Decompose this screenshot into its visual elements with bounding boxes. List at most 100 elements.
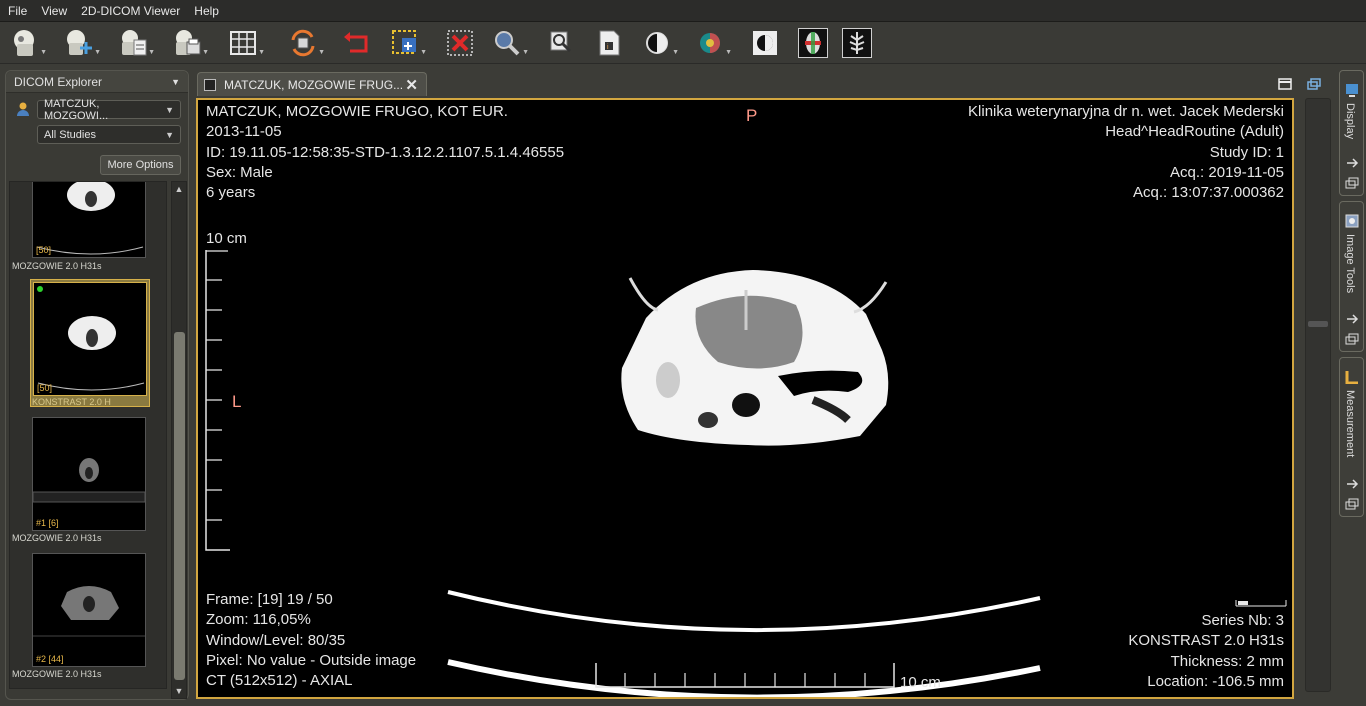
delete-icon[interactable] [443,26,477,60]
series-thumbnail[interactable]: [50] MOZGOWIE 2.0 H31s [12,182,164,276]
zoom-info: Zoom: 116,05% [206,611,311,629]
image-viewport[interactable]: MATCZUK, MOZGOWIE FRUGO, KOT EUR. 2013-1… [196,98,1294,699]
thumbnail-label: MOZGOWIE 2.0 H31s [12,669,102,679]
pin-icon[interactable] [1345,157,1359,169]
vertical-ruler-label: 10 cm [206,230,247,247]
slice-location: Location: -106.5 mm [1147,672,1284,690]
lut-icon[interactable]: ▼ [693,26,732,60]
export-icon[interactable]: ▼ [116,26,155,60]
series-thumbnail-selected[interactable]: [50] KONSTRAST 2.0 H [30,279,150,407]
mpr-icon[interactable] [798,28,828,58]
thumbnail-list: [50] MOZGOWIE 2.0 H31s [50] KONSTRAST 2.… [9,181,167,689]
thumbnail-scrollbar[interactable]: ▲ ▼ [171,181,187,699]
viewer-tab[interactable]: MATCZUK, MOZGOWIE FRUG... ✕ [197,72,427,96]
chevron-down-icon[interactable]: ▼ [171,77,180,87]
close-icon[interactable]: ✕ [405,76,418,94]
sync-icon[interactable]: ▼ [286,26,325,60]
pin-icon[interactable] [1345,478,1359,490]
print-icon[interactable]: ▼ [170,26,209,60]
image-tools-tab-label: Image Tools [1344,234,1356,294]
horizontal-ruler-label: 10 cm [900,674,941,691]
open-dicom-icon[interactable]: ▼ [8,26,47,60]
overlay-bottom-left: Frame: [19] 19 / 50 Zoom: 116,05% Window… [206,590,416,691]
institution-name: Klinika weterynaryjna dr n. wet. Jacek M… [968,103,1284,120]
thumbnail-image: #1 [6] [32,417,146,531]
patient-select[interactable]: MATCZUK, MOZGOWI... ▼ [37,97,181,122]
patient-sex: Sex: Male [206,163,273,181]
invert-icon[interactable] [748,26,782,60]
layout-grid-icon[interactable]: ▼ [226,26,265,60]
window-level-icon[interactable]: ▼ [640,26,679,60]
menu-view[interactable]: View [41,4,67,18]
roi-select-icon[interactable]: ▼ [388,26,427,60]
frame-info: Frame: [19] 19 / 50 [206,591,333,608]
info-icon[interactable]: i [592,26,626,60]
dicom-explorer-panel: DICOM Explorer ▼ MATCZUK, MOZGOWI... ▼ Al… [5,70,189,700]
display-side-tab[interactable]: Display [1339,70,1364,196]
measurement-tab-label: Measurement [1344,390,1356,458]
scrollbar-thumb[interactable] [174,332,185,680]
orientation-top: P [746,106,758,125]
study-id: Study ID: 1 [1209,143,1284,161]
series-thumbnail[interactable]: #1 [6] MOZGOWIE 2.0 H31s [12,417,164,547]
overlay-top-left: MATCZUK, MOZGOWIE FRUGO, KOT EUR. 2013-1… [206,102,564,203]
thumbnail-index: [50] [36,245,52,255]
acquisition-date: Acq.: 2019-11-05 [1170,163,1284,181]
measurement-side-tab[interactable]: Measurement [1339,357,1364,517]
import-icon[interactable]: ▼ [62,26,101,60]
series-thumbnail[interactable]: #2 [44] MOZGOWIE 2.0 H31s [12,553,164,683]
scale-bar [1235,600,1287,607]
toolbar: ▼ ▼ ▼ ▼ ▼ ▼ ▼ ▼ i ▼ ▼ [0,22,1366,64]
magnifier-icon[interactable] [544,26,578,60]
thumbnail-label: KONSTRAST 2.0 H [32,397,111,407]
menu-file[interactable]: File [8,4,27,18]
horizontal-ruler [595,663,895,688]
study-select-value: All Studies [44,128,96,141]
overlay-top-right: Klinika weterynaryjna dr n. wet. Jacek M… [968,102,1284,203]
zoom-icon[interactable]: ▼ [490,26,529,60]
thumbnail-image: [50] [33,282,147,396]
window-level-info: Window/Level: 80/35 [206,631,346,649]
thumbnail-index: #2 [44] [36,654,64,664]
thumbnail-label: MOZGOWIE 2.0 H31s [12,533,102,543]
mip-icon[interactable] [842,28,872,58]
dicom-tab-icon [204,78,216,91]
float-icon[interactable] [1345,177,1359,189]
protocol-name: Head^HeadRoutine (Adult) [1105,123,1284,141]
restore-view-icon[interactable] [1307,78,1321,90]
study-select[interactable]: All Studies ▼ [37,125,181,144]
app-window: File View 2D-DICOM Viewer Help ▼ ▼ ▼ ▼ ▼… [0,0,1366,706]
float-icon[interactable] [1345,498,1359,510]
measurement-icon [1345,370,1359,385]
viewer-tab-title: MATCZUK, MOZGOWIE FRUG... [224,77,404,92]
display-tab-label: Display [1344,103,1356,140]
explorer-header: DICOM Explorer ▼ [6,71,188,93]
slice-scroller-handle[interactable] [1308,321,1328,327]
thumbnail-image: #2 [44] [32,553,146,667]
patient-id: ID: 19.11.05-12:58:35-STD-1.3.12.2.1107.… [206,143,565,161]
slice-scroller[interactable] [1305,98,1331,692]
pin-icon[interactable] [1345,313,1359,325]
series-description: KONSTRAST 2.0 H31s [1128,632,1284,650]
thumbnail-image: [50] [32,182,146,258]
patient-icon [16,102,30,116]
patient-age: 6 years [206,184,256,202]
image-tools-side-tab[interactable]: Image Tools [1339,201,1364,352]
float-icon[interactable] [1345,333,1359,345]
menu-help[interactable]: Help [194,4,219,18]
more-options-button[interactable]: More Options [100,155,181,175]
scroll-up-icon[interactable]: ▲ [172,182,186,196]
vertical-ruler [205,250,230,551]
menu-bar: File View 2D-DICOM Viewer Help [0,0,1366,22]
rotate-icon[interactable] [340,26,374,60]
scroll-down-icon[interactable]: ▼ [172,684,186,698]
minimize-view-icon[interactable] [1278,78,1292,90]
chevron-down-icon: ▼ [165,129,174,140]
series-number: Series Nb: 3 [1201,612,1284,629]
image-tools-icon [1345,214,1359,228]
menu-2d-dicom-viewer[interactable]: 2D-DICOM Viewer [81,4,180,18]
patient-select-value: MATCZUK, MOZGOWI... [44,97,109,122]
slice-thickness: Thickness: 2 mm [1170,652,1284,670]
acquisition-time: Acq.: 13:07:37.000362 [1133,184,1284,202]
explorer-title: DICOM Explorer [14,74,103,89]
